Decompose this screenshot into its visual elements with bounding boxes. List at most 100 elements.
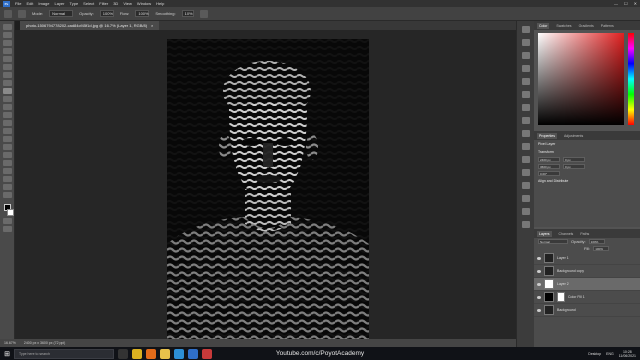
menu-filter[interactable]: Filter: [99, 1, 108, 6]
eyedropper-tool-icon[interactable]: [2, 72, 12, 78]
brush-settings-icon[interactable]: [521, 39, 530, 46]
brushes-icon[interactable]: [521, 52, 530, 59]
home-icon[interactable]: [4, 9, 12, 18]
align-section-title[interactable]: Align and Distribute: [534, 177, 640, 185]
pen-tool-icon[interactable]: [2, 144, 12, 150]
angle-field[interactable]: 0.00°: [538, 171, 560, 176]
tab-color[interactable]: Color: [537, 22, 550, 29]
navigator-icon[interactable]: [521, 143, 530, 150]
history-icon[interactable]: [521, 26, 530, 33]
hand-tool-icon[interactable]: [2, 176, 12, 182]
gradient-tool-icon[interactable]: [2, 120, 12, 126]
menu-edit[interactable]: Edit: [26, 1, 33, 6]
mode-select[interactable]: Normal: [49, 10, 74, 17]
notes-icon[interactable]: [521, 195, 530, 202]
layer-row[interactable]: Background: [534, 304, 640, 317]
zoom-level[interactable]: 16.67%: [4, 341, 16, 345]
menu-file[interactable]: File: [15, 1, 21, 6]
app-icon[interactable]: [202, 348, 212, 359]
visibility-eye-icon[interactable]: [537, 269, 541, 273]
minimize-icon[interactable]: —: [614, 1, 618, 6]
desktop-label[interactable]: Desktop: [588, 352, 601, 356]
menu-help[interactable]: Help: [156, 1, 164, 6]
y-field[interactable]: 0 px: [563, 164, 585, 169]
menu-window[interactable]: Window: [137, 1, 151, 6]
smoothing-field[interactable]: 10%: [181, 10, 194, 17]
dodge-tool-icon[interactable]: [2, 136, 12, 142]
comments-icon[interactable]: [521, 208, 530, 215]
chrome-icon[interactable]: [132, 348, 142, 359]
timeline-icon[interactable]: [521, 182, 530, 189]
maximize-icon[interactable]: ☐: [624, 1, 628, 6]
tab-adjustments[interactable]: Adjustments: [564, 134, 583, 138]
menu-3d[interactable]: 3D: [113, 1, 118, 6]
visibility-eye-icon[interactable]: [537, 308, 541, 312]
brush-preset-icon[interactable]: [18, 9, 26, 18]
document-canvas[interactable]: [167, 39, 369, 339]
firefox-icon[interactable]: [146, 348, 156, 359]
tab-patterns[interactable]: Patterns: [601, 24, 614, 28]
path-select-tool-icon[interactable]: [2, 160, 12, 166]
info-icon[interactable]: [521, 104, 530, 111]
quick-select-tool-icon[interactable]: [2, 48, 12, 54]
opacity-field[interactable]: 100%: [99, 10, 114, 17]
menu-type[interactable]: Type: [70, 1, 79, 6]
close-tab-icon[interactable]: ×: [151, 23, 153, 28]
shape-tool-icon[interactable]: [2, 168, 12, 174]
marquee-tool-icon[interactable]: [2, 32, 12, 38]
task-view-icon[interactable]: [118, 348, 128, 359]
screen-mode-icon[interactable]: [2, 226, 12, 232]
move-tool-icon[interactable]: [2, 24, 12, 30]
visibility-eye-icon[interactable]: [537, 256, 541, 260]
explorer-icon[interactable]: [160, 348, 170, 359]
document-tab[interactable]: photo-1506794778202-cad84cf45f1d.jpg @ 1…: [20, 21, 160, 30]
windows-start-icon[interactable]: ⊞: [0, 347, 14, 360]
layer-row[interactable]: Color Fill 1: [534, 291, 640, 304]
flow-field[interactable]: 100%: [135, 10, 150, 17]
height-field[interactable]: 3600 px: [538, 164, 560, 169]
transform-section-title[interactable]: Transform: [534, 148, 640, 156]
edge-icon[interactable]: [174, 348, 184, 359]
history-brush-tool-icon[interactable]: [2, 104, 12, 110]
color-field[interactable]: [538, 33, 624, 125]
width-field[interactable]: 2400 px: [538, 157, 560, 162]
close-icon[interactable]: ✕: [634, 1, 637, 6]
more-tools-icon[interactable]: [2, 192, 12, 198]
type-tool-icon[interactable]: [2, 152, 12, 158]
paragraph-icon[interactable]: [521, 78, 530, 85]
language-indicator[interactable]: ENG: [606, 352, 614, 356]
glyphs-icon[interactable]: [521, 91, 530, 98]
layer-row[interactable]: Layer 1: [534, 252, 640, 265]
menu-layer[interactable]: Layer: [54, 1, 64, 6]
tab-paths[interactable]: Paths: [580, 232, 589, 236]
x-field[interactable]: 0 px: [563, 157, 585, 162]
tab-properties[interactable]: Properties: [537, 132, 557, 139]
eraser-tool-icon[interactable]: [2, 112, 12, 118]
zoom-tool-icon[interactable]: [2, 184, 12, 190]
layer-mask-thumbnail[interactable]: [557, 292, 565, 302]
histogram-icon[interactable]: [521, 156, 530, 163]
crop-tool-icon[interactable]: [2, 56, 12, 62]
menu-image[interactable]: Image: [38, 1, 49, 6]
blur-tool-icon[interactable]: [2, 128, 12, 134]
settings-gear-icon[interactable]: [199, 9, 208, 18]
quick-mask-icon[interactable]: [2, 218, 12, 224]
clock[interactable]: 10:28 11/06/2021: [619, 350, 636, 358]
visibility-eye-icon[interactable]: [537, 295, 541, 299]
layer-row[interactable]: Layer 2: [534, 278, 640, 291]
styles-icon[interactable]: [521, 169, 530, 176]
taskbar-search[interactable]: Type here to search: [14, 348, 114, 359]
fill-field[interactable]: 100%: [593, 246, 610, 251]
character-icon[interactable]: [521, 65, 530, 72]
learn-icon[interactable]: [521, 221, 530, 228]
blend-mode-select[interactable]: Normal: [538, 239, 568, 244]
layer-opacity-field[interactable]: 100%: [588, 239, 605, 244]
photoshop-taskbar-icon[interactable]: [188, 348, 198, 359]
libraries-icon[interactable]: [521, 117, 530, 124]
healing-tool-icon[interactable]: [2, 80, 12, 86]
layer-row[interactable]: Background copy: [534, 265, 640, 278]
tab-layers[interactable]: Layers: [537, 230, 552, 237]
lasso-tool-icon[interactable]: [2, 40, 12, 46]
background-color-swatch[interactable]: [6, 209, 14, 216]
frame-tool-icon[interactable]: [2, 64, 12, 70]
